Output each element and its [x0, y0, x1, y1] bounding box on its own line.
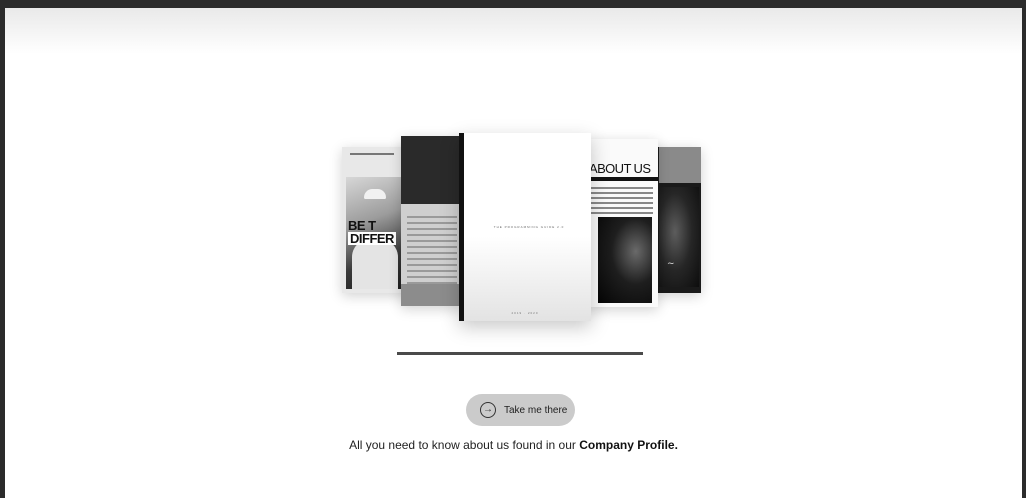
about-rule [586, 177, 658, 181]
arrow-right-circle-icon: → [480, 402, 496, 418]
portrait-shirt [352, 239, 398, 289]
cover-spine [459, 133, 464, 321]
signature-mark: ~ [667, 259, 675, 269]
poster-headline-line2: DIFFER [348, 231, 396, 246]
page-footer-block [401, 284, 463, 306]
cover-title: THE PROGRAMMING GUIDE 2.0 [493, 225, 565, 229]
page-header-block [659, 147, 701, 183]
company-profile-preview: ~ BE T DIFFER ABOUT US THE PROGRAMMING G… [5, 8, 1022, 338]
about-image [598, 217, 652, 303]
take-me-there-label: Take me there [504, 404, 568, 416]
page-photo [401, 136, 463, 204]
divider-bar [397, 352, 643, 355]
portrait-cap [364, 189, 386, 199]
preview-page-signature: ~ [653, 147, 701, 293]
poster-headline: BE T DIFFER [348, 219, 396, 245]
text-lines [407, 216, 457, 288]
preview-page-about: ABOUT US [586, 139, 658, 307]
cover-footer: 2019 · 2020 [511, 311, 539, 315]
company-profile-link[interactable]: Company Profile. [579, 438, 678, 452]
preview-page-cover: THE PROGRAMMING GUIDE 2.0 2019 · 2020 [459, 133, 591, 321]
tagline-text: All you need to know about us found in o… [349, 438, 576, 452]
about-heading: ABOUT US [589, 161, 651, 176]
preview-page-text [401, 136, 463, 306]
take-me-there-button[interactable]: → Take me there [466, 394, 575, 426]
company-profile-tagline: All you need to know about us found in o… [5, 438, 1022, 452]
page-header-line [350, 153, 394, 155]
abstract-image [659, 187, 699, 287]
about-text-lines [591, 187, 653, 217]
page-frame: ~ BE T DIFFER ABOUT US THE PROGRAMMING G… [5, 8, 1022, 498]
